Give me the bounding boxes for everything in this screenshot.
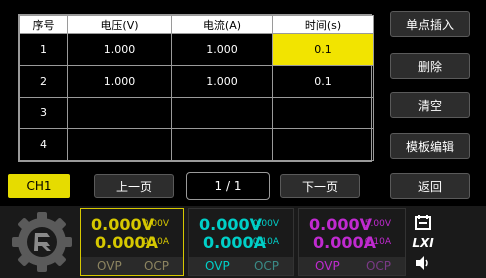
table-row[interactable]: 2 1.000 1.000 0.1 bbox=[19, 64, 374, 98]
time-cell[interactable]: 0.1 bbox=[272, 64, 374, 98]
ch2-ocp-label: OCP bbox=[253, 259, 279, 273]
voltage-cell[interactable]: 1.000 bbox=[67, 64, 172, 98]
ch3-ocp-label: OCP bbox=[365, 259, 391, 273]
table-row[interactable]: 1 1.000 1.000 0.1 bbox=[19, 33, 374, 66]
time-cell[interactable] bbox=[272, 96, 374, 130]
back-button[interactable]: 返回 bbox=[390, 173, 470, 199]
ch1-voltage-setpoint: 0.00V bbox=[142, 219, 169, 229]
channel-3-panel[interactable]: 0.000V 5.00V 0.000A 0.10A OVP OCP bbox=[298, 208, 406, 276]
next-page-button[interactable]: 下一页 bbox=[280, 174, 360, 198]
list-mode-icon bbox=[412, 214, 434, 232]
table-row[interactable]: 4 bbox=[19, 128, 374, 161]
current-cell[interactable] bbox=[171, 96, 273, 130]
time-cell-selected[interactable]: 0.1 bbox=[272, 33, 374, 66]
brand-logo-icon bbox=[10, 210, 74, 274]
current-cell[interactable]: 1.000 bbox=[171, 64, 273, 98]
channel-selector[interactable]: CH1 bbox=[8, 174, 70, 198]
current-cell[interactable] bbox=[171, 128, 273, 161]
speaker-icon bbox=[412, 254, 434, 272]
ch3-voltage-readout: 0.000V bbox=[309, 215, 372, 234]
ch3-voltage-setpoint: 5.00V bbox=[364, 219, 391, 229]
ch2-current-setpoint: 0.10A bbox=[252, 237, 279, 247]
list-table: 序号 电压(V) 电流(A) 时间(s) 1 1.000 1.000 0.1 2… bbox=[18, 14, 374, 162]
ch3-current-setpoint: 0.10A bbox=[364, 237, 391, 247]
channel-2-panel[interactable]: 0.000V 0.00V 0.000A 0.10A OVP OCP bbox=[188, 208, 294, 276]
lxi-icon: LXI bbox=[412, 236, 434, 250]
prev-page-button[interactable]: 上一页 bbox=[94, 174, 174, 198]
voltage-cell[interactable]: 1.000 bbox=[67, 33, 172, 66]
row-index: 3 bbox=[19, 96, 68, 130]
column-header-current: 电流(A) bbox=[171, 15, 273, 34]
ch2-voltage-setpoint: 0.00V bbox=[252, 219, 279, 229]
ch1-current-setpoint: 0.10A bbox=[142, 237, 169, 247]
channel-1-panel[interactable]: 0.000V 0.00V 0.000A 0.10A OVP OCP bbox=[80, 208, 184, 276]
delete-button[interactable]: 删除 bbox=[390, 53, 470, 79]
voltage-cell[interactable] bbox=[67, 128, 172, 161]
insert-point-button[interactable]: 单点插入 bbox=[390, 11, 470, 37]
column-header-voltage: 电压(V) bbox=[67, 15, 172, 34]
row-index: 4 bbox=[19, 128, 68, 161]
ch1-ovp-label: OVP bbox=[97, 259, 122, 273]
table-row[interactable]: 3 bbox=[19, 96, 374, 130]
page-indicator: 1 / 1 bbox=[186, 172, 270, 200]
column-header-index: 序号 bbox=[19, 15, 68, 34]
row-index: 1 bbox=[19, 33, 68, 66]
ch1-ocp-label: OCP bbox=[143, 259, 169, 273]
column-header-time: 时间(s) bbox=[272, 15, 374, 34]
clear-button[interactable]: 清空 bbox=[390, 92, 470, 118]
ch2-ovp-label: OVP bbox=[205, 259, 230, 273]
ch3-ovp-label: OVP bbox=[315, 259, 340, 273]
template-edit-button[interactable]: 模板编辑 bbox=[390, 133, 470, 159]
row-index: 2 bbox=[19, 64, 68, 98]
voltage-cell[interactable] bbox=[67, 96, 172, 130]
current-cell[interactable]: 1.000 bbox=[171, 33, 273, 66]
time-cell[interactable] bbox=[272, 128, 374, 161]
